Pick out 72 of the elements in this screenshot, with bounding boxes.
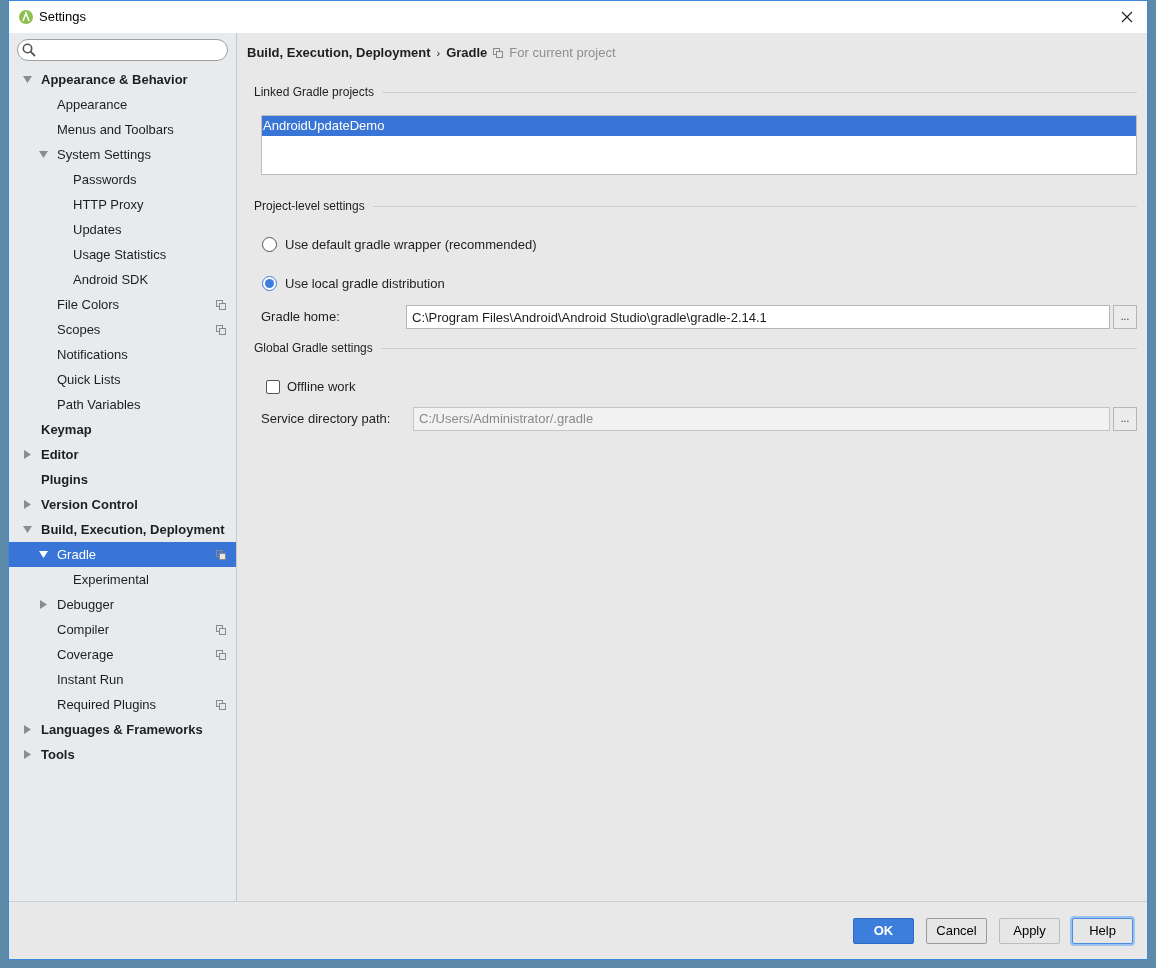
collapsed-arrow-icon[interactable] — [23, 725, 32, 734]
tree-item[interactable]: Updates — [9, 217, 236, 242]
expanded-arrow-icon[interactable] — [39, 150, 48, 159]
tree-item[interactable]: Passwords — [9, 167, 236, 192]
radio-button[interactable] — [262, 275, 277, 291]
tree-item[interactable]: Keymap — [9, 417, 236, 442]
search-icon — [22, 43, 36, 57]
dialog-button[interactable]: OK — [853, 917, 914, 944]
tree-item[interactable]: Build, Execution, Deployment — [9, 517, 236, 542]
expanded-arrow-icon[interactable] — [39, 550, 48, 559]
tree-item[interactable]: Appearance & Behavior — [9, 67, 236, 92]
copy-icon — [216, 299, 226, 310]
dialog-button[interactable]: Cancel — [926, 917, 987, 944]
copy-icon — [216, 649, 226, 660]
tree-item[interactable]: Scopes — [9, 317, 236, 342]
tree-item[interactable]: Languages & Frameworks — [9, 717, 236, 742]
app-icon — [19, 10, 33, 24]
expanded-arrow-icon[interactable] — [23, 525, 32, 534]
section-heading: Global Gradle settings — [254, 340, 373, 357]
tree-item[interactable]: Instant Run — [9, 667, 236, 692]
tree-item[interactable]: Required Plugins — [9, 692, 236, 717]
tree-item[interactable]: Android SDK — [9, 267, 236, 292]
collapsed-arrow-icon[interactable] — [23, 500, 32, 509]
tree-item[interactable]: Usage Statistics — [9, 242, 236, 267]
tree-item[interactable]: Debugger — [9, 592, 236, 617]
copy-icon — [216, 549, 226, 560]
radio-label: Use default gradle wrapper (recommended) — [285, 236, 537, 254]
tree-item[interactable]: Tools — [9, 742, 236, 767]
search-field[interactable] — [17, 39, 228, 61]
gradle-home-field[interactable]: C:\Program Files\Android\Android Studio\gradle\gradle-2.14.1 — [406, 305, 1110, 329]
collapsed-arrow-icon[interactable] — [39, 600, 48, 609]
tree-item[interactable]: Version Control — [9, 492, 236, 517]
copy-icon — [216, 699, 226, 710]
expanded-arrow-icon[interactable] — [23, 75, 32, 84]
tree-item[interactable]: File Colors — [9, 292, 236, 317]
collapsed-arrow-icon[interactable] — [23, 750, 32, 759]
tree-item[interactable]: Compiler — [9, 617, 236, 642]
field-label: Service directory path: — [261, 409, 392, 428]
tree-item[interactable]: Experimental — [9, 567, 236, 592]
tree-item[interactable]: Quick Lists — [9, 367, 236, 392]
browse-button[interactable]: ... — [1113, 305, 1137, 329]
tree-item[interactable]: Menus and Toolbars — [9, 117, 236, 142]
breadcrumb-current: Gradle — [446, 44, 488, 63]
scope-note: For current project — [509, 44, 616, 63]
checkbox-label: Offline work — [287, 378, 356, 396]
collapsed-arrow-icon[interactable] — [23, 450, 32, 459]
dialog-button[interactable]: Help — [1072, 917, 1133, 944]
tree-item[interactable]: Gradle — [9, 542, 236, 567]
tree-item[interactable]: Editor — [9, 442, 236, 467]
radio-button[interactable] — [262, 237, 277, 253]
breadcrumb-parent: Build, Execution, Deployment — [247, 44, 431, 63]
copy-icon — [216, 624, 226, 635]
tree-item[interactable]: HTTP Proxy — [9, 192, 236, 217]
radio-label: Use local gradle distribution — [285, 274, 445, 293]
copy-icon — [216, 324, 226, 335]
tree-item[interactable]: Coverage — [9, 642, 236, 667]
section-heading: Linked Gradle projects — [254, 84, 375, 101]
tree-item[interactable]: System Settings — [9, 142, 236, 167]
field-label: Gradle home: — [261, 308, 341, 327]
section-heading: Project-level settings — [254, 198, 365, 215]
project-list-item[interactable]: AndroidUpdateDemo — [262, 116, 1136, 136]
copy-icon — [493, 48, 504, 58]
tree-item[interactable]: Notifications — [9, 342, 236, 367]
window-title: Settings — [39, 8, 87, 27]
tree-item[interactable]: Path Variables — [9, 392, 236, 417]
close-icon[interactable] — [1121, 11, 1133, 23]
tree-item[interactable]: Appearance — [9, 92, 236, 117]
tree-item[interactable]: Plugins — [9, 467, 236, 492]
browse-button[interactable]: ... — [1113, 406, 1137, 431]
checkbox[interactable] — [266, 379, 280, 394]
service-directory-field[interactable]: C:/Users/Administrator/.gradle — [413, 406, 1110, 431]
breadcrumb-separator: › — [436, 45, 441, 61]
